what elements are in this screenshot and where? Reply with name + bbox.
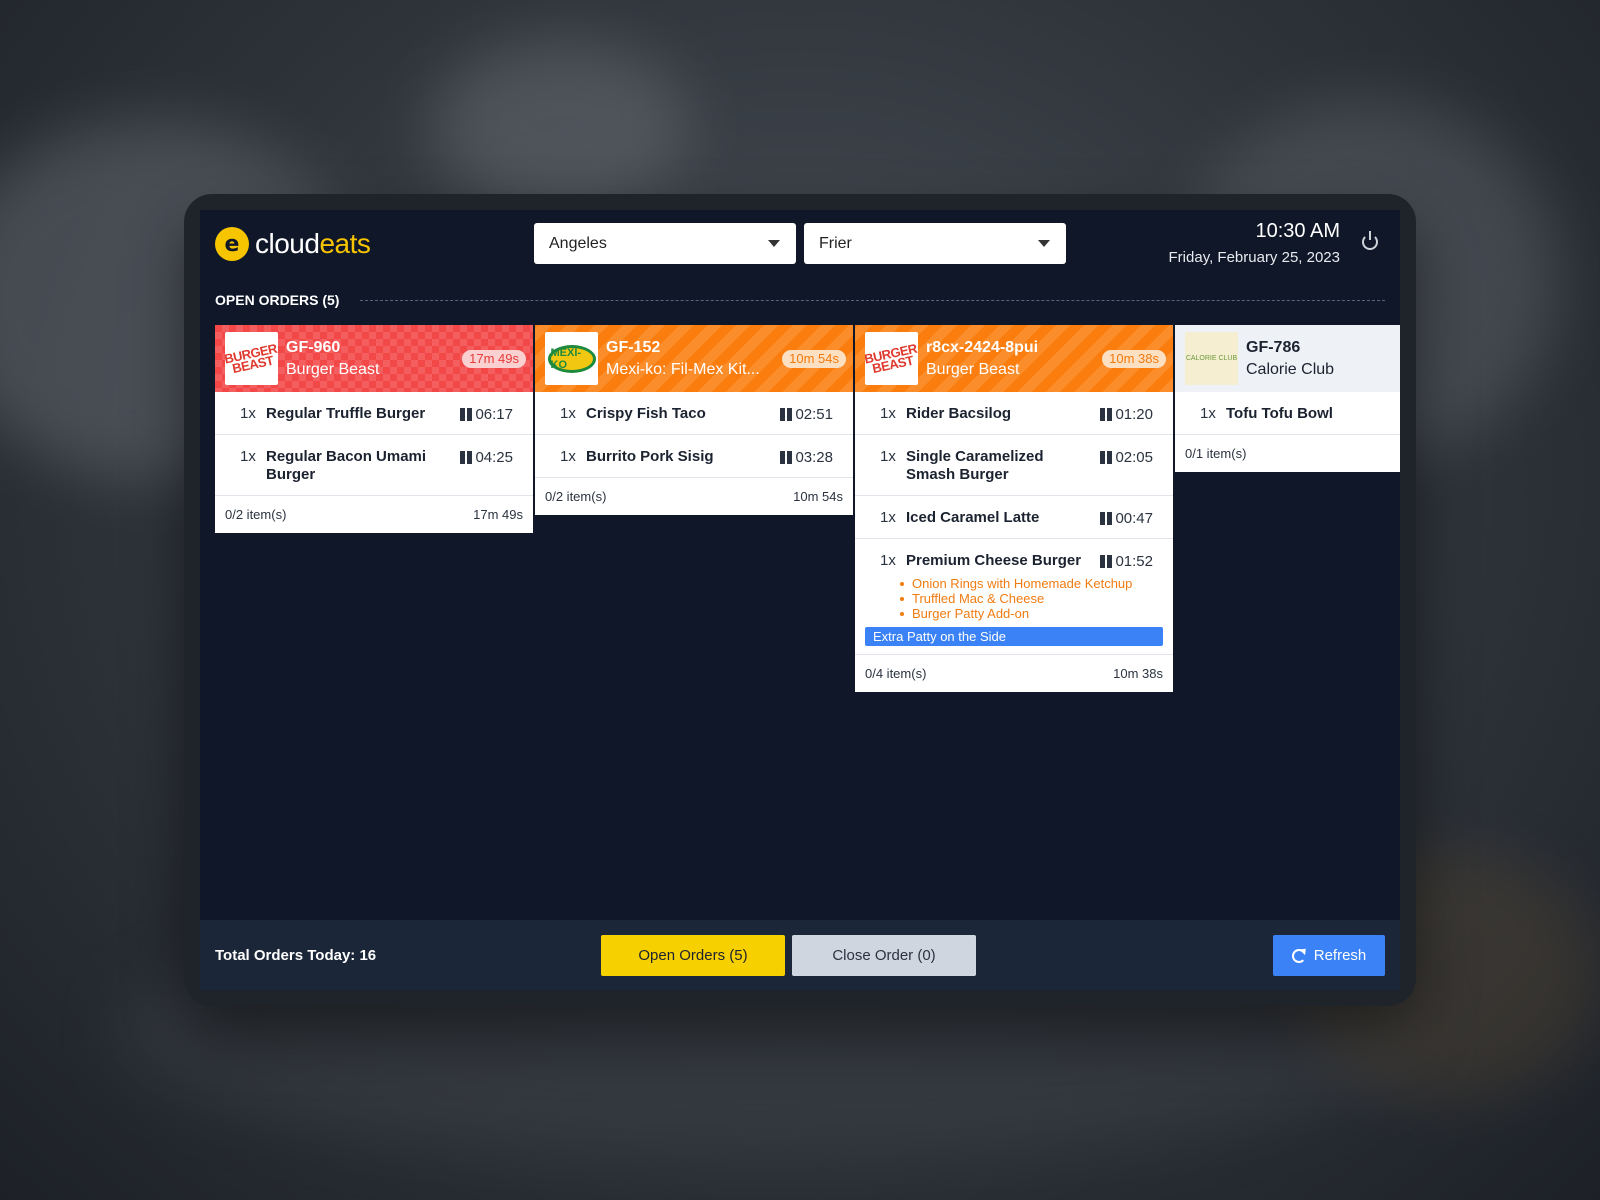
station-select-value: Frier xyxy=(819,234,852,252)
order-item-row[interactable]: 1x Burrito Pork Sisig 03:28 xyxy=(535,435,853,478)
item-quantity: 1x xyxy=(880,405,896,422)
power-icon[interactable] xyxy=(1362,231,1378,250)
pause-icon[interactable] xyxy=(780,451,793,464)
order-timer-badge: 17m 49s xyxy=(462,350,526,368)
order-item-row[interactable]: 1x Rider Bacsilog 01:20 xyxy=(855,392,1173,435)
order-card-header: CALORIE CLUB GF-786 Calorie Club xyxy=(1175,325,1400,392)
order-item-row[interactable]: 1x Regular Bacon Umami Burger 04:25 xyxy=(215,435,533,496)
open-orders-button[interactable]: Open Orders (5) xyxy=(601,935,785,976)
order-timer-badge: 10m 38s xyxy=(1102,350,1166,368)
background-blur xyxy=(430,40,690,210)
refresh-label: Refresh xyxy=(1313,947,1367,964)
logo-icon: e xyxy=(215,227,249,261)
item-quantity: 1x xyxy=(880,448,896,465)
item-quantity: 1x xyxy=(240,448,256,465)
pause-icon[interactable] xyxy=(1100,408,1113,421)
elapsed-time: 10m 38s xyxy=(1113,666,1163,681)
close-order-button[interactable]: Close Order (0) xyxy=(792,935,976,976)
order-item-row[interactable]: 1x Crispy Fish Taco 02:51 xyxy=(535,392,853,435)
location-select[interactable]: Angeles xyxy=(534,223,796,264)
items-progress: 0/2 item(s) xyxy=(225,507,287,522)
order-item-row[interactable]: 1x Tofu Tofu Bowl xyxy=(1175,392,1400,435)
item-quantity: 1x xyxy=(880,552,896,569)
brand-logo: CALORIE CLUB xyxy=(1185,332,1238,385)
brand-logo: BURGER BEAST xyxy=(225,332,278,385)
item-timer: 02:51 xyxy=(780,406,833,423)
brand-name: Mexi-ko: Fil-Mex Kit... xyxy=(606,360,760,378)
open-orders-heading: OPEN ORDERS (5) xyxy=(215,292,340,308)
order-item-row[interactable]: 1x Single Caramelized Smash Burger 02:05 xyxy=(855,435,1173,496)
item-timer: 03:28 xyxy=(780,449,833,466)
order-card[interactable]: BURGER BEAST GF-960 Burger Beast 17m 49s… xyxy=(215,325,533,533)
chevron-down-icon xyxy=(1038,240,1050,247)
tablet-frame: e cloudeats Angeles Frier 10:30 AM Frida… xyxy=(184,194,1416,1006)
pause-icon[interactable] xyxy=(1100,451,1113,464)
brand-logo: BURGER BEAST xyxy=(865,332,918,385)
item-quantity: 1x xyxy=(1200,405,1216,422)
station-select[interactable]: Frier xyxy=(804,223,1066,264)
item-timer: 00:47 xyxy=(1100,510,1153,527)
clock: 10:30 AM Friday, February 25, 2023 xyxy=(1169,220,1340,266)
brand-logo: MEXI-KO xyxy=(545,332,598,385)
pause-icon[interactable] xyxy=(780,408,793,421)
item-quantity: 1x xyxy=(560,405,576,422)
item-name: Tofu Tofu Bowl xyxy=(1226,405,1333,422)
order-card-header: BURGER BEAST r8cx-2424-8pui Burger Beast… xyxy=(855,325,1173,392)
item-timer: 02:05 xyxy=(1100,449,1153,466)
current-time: 10:30 AM xyxy=(1255,220,1340,242)
pause-icon[interactable] xyxy=(1100,512,1113,525)
pause-icon[interactable] xyxy=(460,408,473,421)
order-card-footer: 0/2 item(s) 17m 49s xyxy=(215,496,533,533)
items-progress: 0/2 item(s) xyxy=(545,489,607,504)
elapsed-time: 17m 49s xyxy=(473,507,523,522)
item-timer: 01:20 xyxy=(1100,406,1153,423)
order-card[interactable]: BURGER BEAST r8cx-2424-8pui Burger Beast… xyxy=(855,325,1173,692)
modifier: Onion Rings with Homemade Ketchup xyxy=(900,576,1163,591)
item-timer: 06:17 xyxy=(460,406,513,423)
pause-icon[interactable] xyxy=(460,451,473,464)
modifier: Truffled Mac & Cheese xyxy=(900,591,1163,606)
order-item-row[interactable]: 1x Iced Caramel Latte 00:47 xyxy=(855,496,1173,539)
item-timer: 04:25 xyxy=(460,449,513,466)
item-modifiers: Onion Rings with Homemade Ketchup Truffl… xyxy=(900,576,1163,621)
item-timer: 01:52 xyxy=(1100,553,1153,570)
order-note: Extra Patty on the Side xyxy=(865,627,1163,646)
refresh-button[interactable]: Refresh xyxy=(1273,935,1385,976)
order-card[interactable]: CALORIE CLUB GF-786 Calorie Club 1x Tofu… xyxy=(1175,325,1400,472)
chevron-down-icon xyxy=(768,240,780,247)
cloudeats-logo: e cloudeats xyxy=(215,227,371,261)
items-progress: 0/4 item(s) xyxy=(865,666,927,681)
order-item-row[interactable]: 1x Premium Cheese Burger 01:52 Onion Rin… xyxy=(855,539,1173,627)
order-card-footer: 0/1 item(s) xyxy=(1175,435,1400,472)
order-card[interactable]: MEXI-KO GF-152 Mexi-ko: Fil-Mex Kit... 1… xyxy=(535,325,853,515)
order-id: GF-786 xyxy=(1246,338,1301,356)
order-card-header: MEXI-KO GF-152 Mexi-ko: Fil-Mex Kit... 1… xyxy=(535,325,853,392)
bottom-bar: Total Orders Today: 16 Open Orders (5) C… xyxy=(200,920,1400,990)
order-timer-badge: 10m 54s xyxy=(782,350,846,368)
item-quantity: 1x xyxy=(880,509,896,526)
order-card-footer: 0/4 item(s) 10m 38s xyxy=(855,655,1173,692)
order-card-header: BURGER BEAST GF-960 Burger Beast 17m 49s xyxy=(215,325,533,392)
elapsed-time: 10m 54s xyxy=(793,489,843,504)
item-quantity: 1x xyxy=(560,448,576,465)
total-orders-today: Total Orders Today: 16 xyxy=(215,947,377,964)
logo-wordmark: cloudeats xyxy=(255,228,371,259)
order-card-footer: 0/2 item(s) 10m 54s xyxy=(535,478,853,515)
divider xyxy=(360,300,1385,301)
current-date: Friday, February 25, 2023 xyxy=(1168,249,1340,266)
location-select-value: Angeles xyxy=(549,234,607,252)
refresh-icon xyxy=(1291,948,1306,963)
modifier: Burger Patty Add-on xyxy=(900,606,1163,621)
items-progress: 0/1 item(s) xyxy=(1185,446,1247,461)
kitchen-display-screen: e cloudeats Angeles Frier 10:30 AM Frida… xyxy=(200,210,1400,990)
pause-icon[interactable] xyxy=(1100,555,1113,568)
brand-name: Calorie Club xyxy=(1246,360,1335,378)
item-quantity: 1x xyxy=(240,405,256,422)
order-item-row[interactable]: 1x Regular Truffle Burger 06:17 xyxy=(215,392,533,435)
order-id: GF-152 xyxy=(606,338,661,356)
